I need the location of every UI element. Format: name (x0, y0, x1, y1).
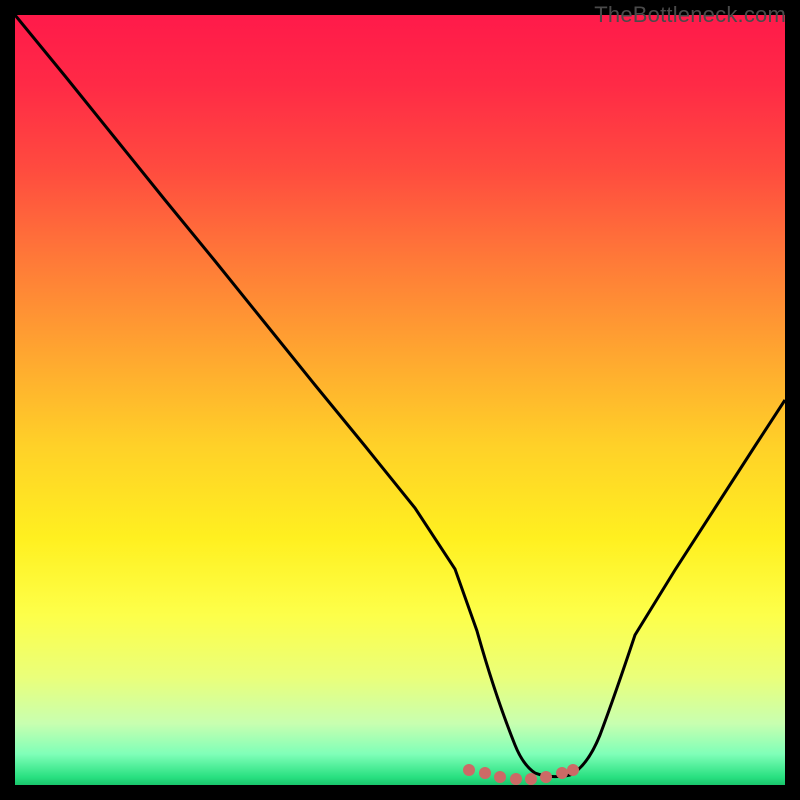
valley-marker (567, 764, 579, 776)
attribution-text: TheBottleneck.com (594, 2, 786, 28)
valley-marker (525, 773, 537, 785)
valley-marker (463, 764, 475, 776)
bottleneck-curve (15, 15, 785, 777)
chart-container: TheBottleneck.com (0, 0, 800, 800)
curve-svg (15, 15, 785, 785)
valley-marker (510, 773, 522, 785)
plot-area (15, 15, 785, 785)
